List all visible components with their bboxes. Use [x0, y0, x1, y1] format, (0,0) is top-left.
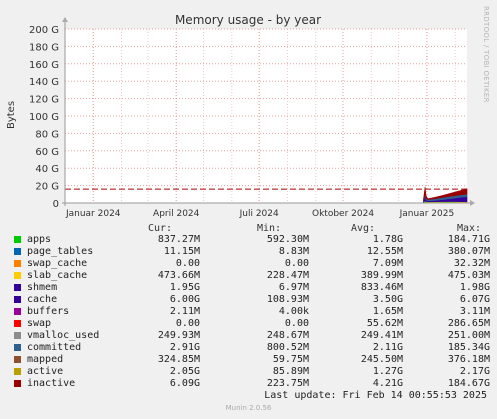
x-tick-label: April 2024: [153, 209, 200, 219]
y-tick-label: 100 G: [29, 112, 59, 123]
y-axis-label: Bytes: [6, 101, 17, 129]
y-tick-label: 160 G: [29, 60, 59, 71]
x-axis-arrow: [470, 200, 475, 206]
y-tick-label: 40 G: [35, 164, 59, 175]
y-tick-label: 60 G: [35, 147, 59, 158]
last-update: Last update: Fri Feb 14 00:55:53 2025: [264, 390, 487, 401]
x-tick-label: Januar 2025: [399, 209, 455, 219]
memory-usage-chart: Memory usage - by year Bytes 0 20 G 40 G 60…: [6, 13, 475, 219]
y-tick-label: 180 G: [29, 42, 59, 53]
y-tick-labels: 0 20 G 40 G 60 G 80 G 100 G 120 G 140 G 160 G 180…: [29, 25, 59, 210]
x-tick-label: Oktober 2024: [312, 209, 374, 219]
y-tick-label: 80 G: [35, 129, 59, 140]
y-axis-arrow: [62, 17, 68, 22]
y-tick-label: 0: [53, 199, 59, 210]
y-tick-label: 120 G: [29, 95, 59, 106]
x-tick-label: Januar 2024: [65, 209, 121, 219]
y-tick-label: 200 G: [29, 25, 59, 36]
x-tick-label: Juli 2024: [239, 209, 279, 219]
munin-version: Munin 2.0.56: [225, 404, 272, 412]
y-tick-label: 140 G: [29, 77, 59, 88]
y-tick-label: 20 G: [35, 182, 59, 193]
rrdtool-credit: RRDTOOL / TOBI OETIKER: [482, 6, 490, 103]
chart-title: Memory usage - by year: [175, 13, 321, 27]
x-tick-labels: Januar 2024 April 2024 Juli 2024 Oktober 20…: [65, 209, 454, 219]
